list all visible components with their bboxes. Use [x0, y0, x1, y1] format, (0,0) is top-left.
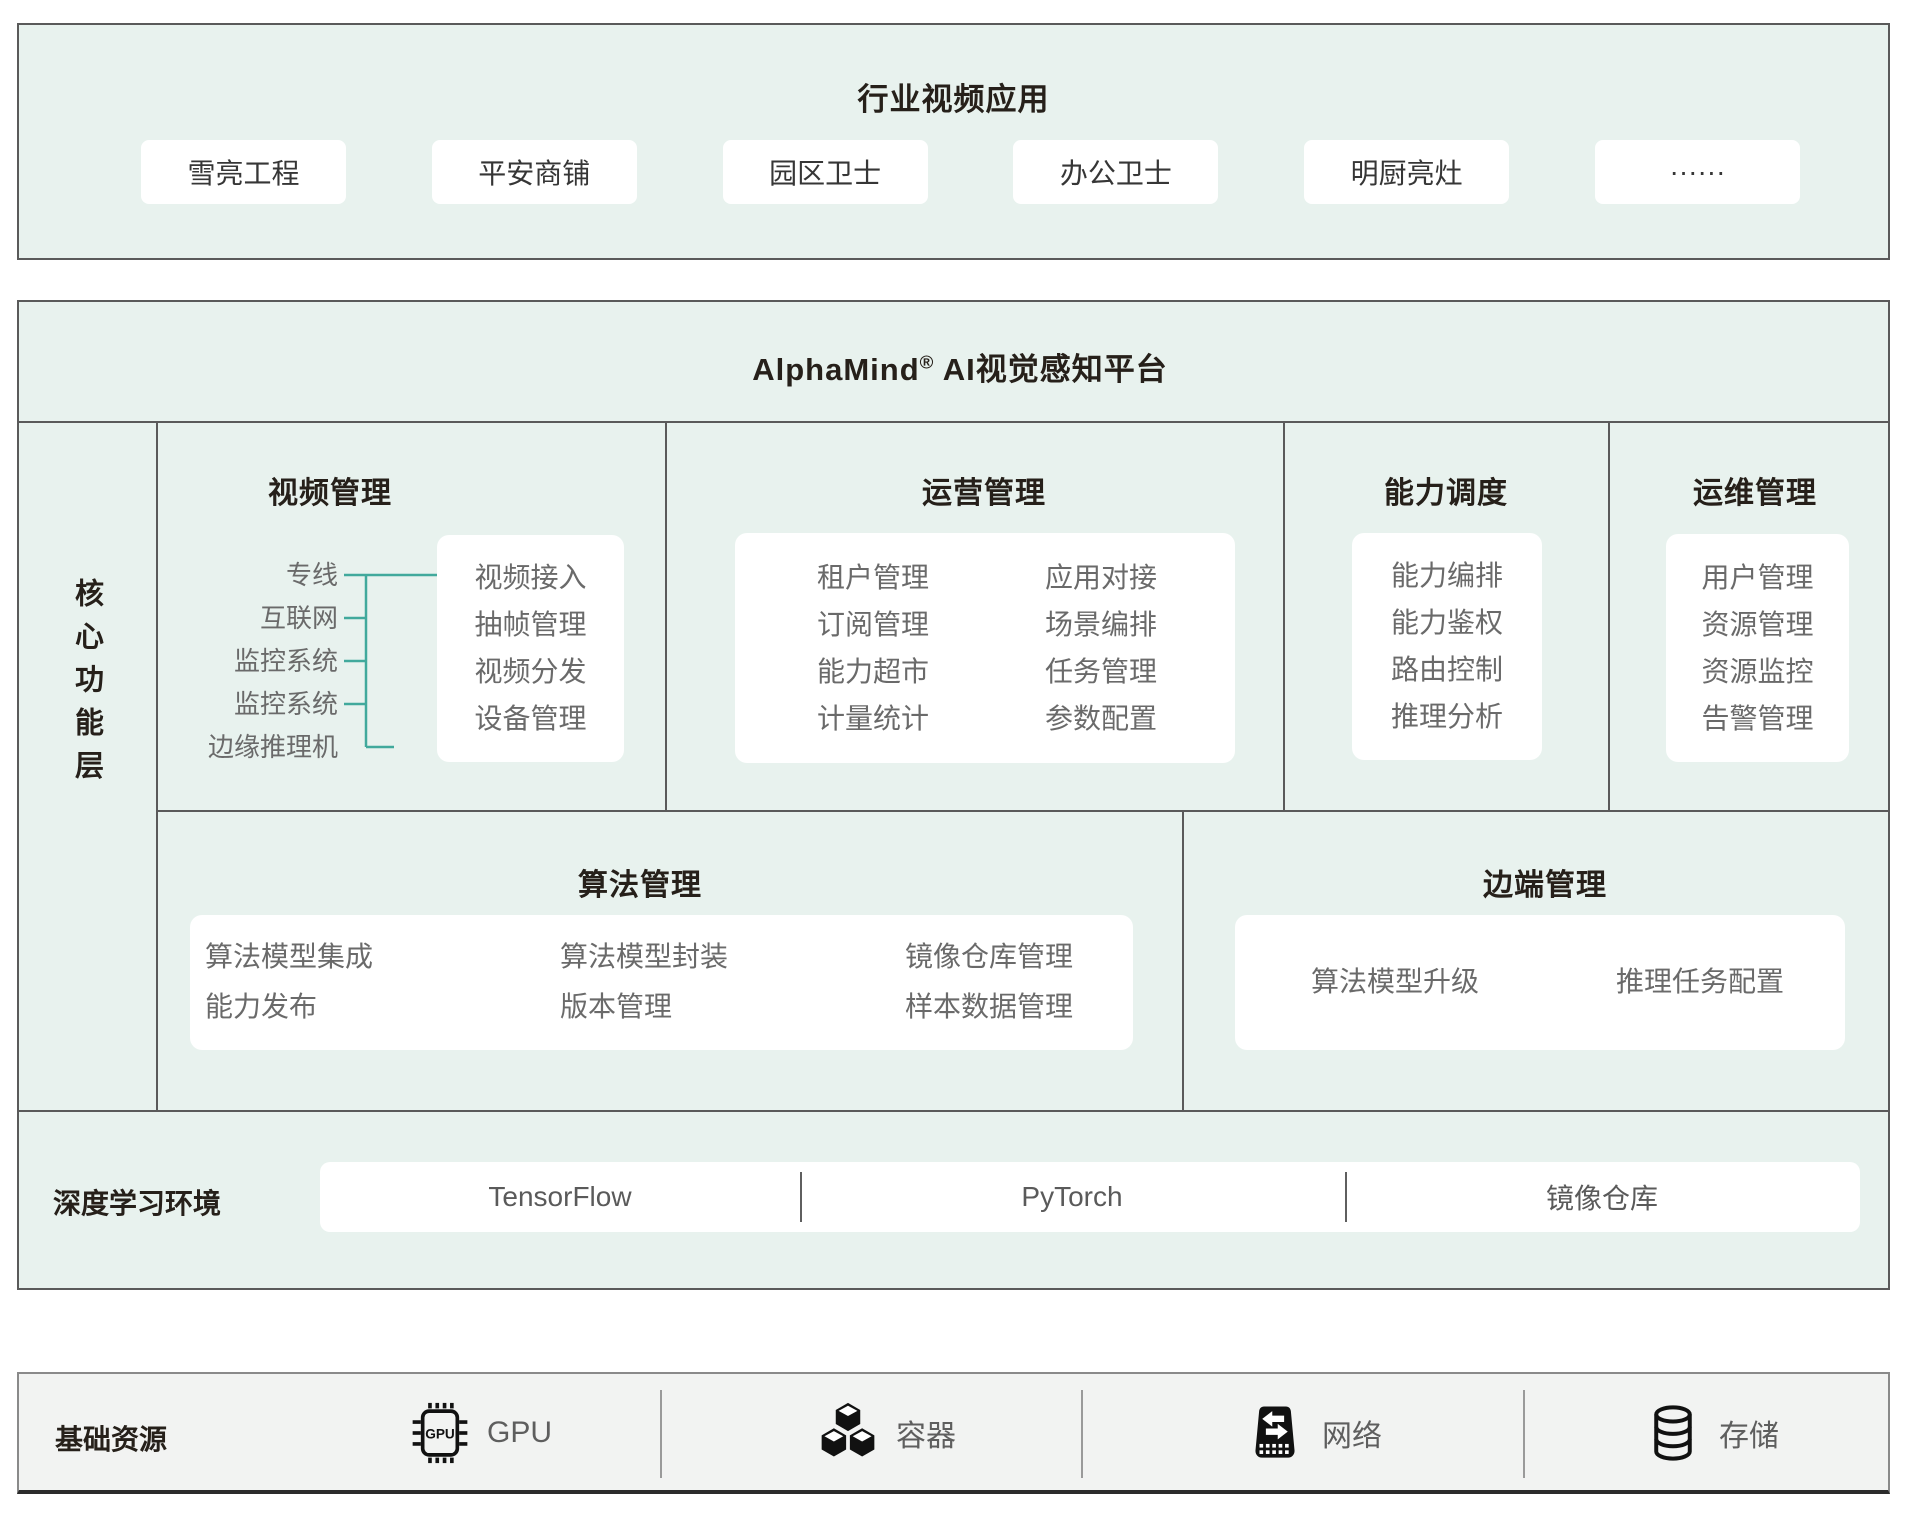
registered-mark: ® [920, 352, 935, 373]
app-chip-more: ······ [1595, 140, 1800, 204]
edge-mgmt-title: 边端管理 [1435, 860, 1655, 904]
container-icon [816, 1401, 880, 1465]
platform-brand: AlphaMind [752, 352, 919, 387]
video-source-label: 互联网 [158, 604, 338, 632]
grid-line-row-split [156, 810, 1890, 812]
maintenance-mgmt-title: 运维管理 [1645, 468, 1865, 512]
architecture-diagram: 行业视频应用 雪亮工程 平安商铺 园区卫士 办公卫士 明厨亮灶 ······ A… [0, 0, 1920, 1522]
app-chip-xueliang: 雪亮工程 [141, 140, 346, 204]
dl-env-label: 深度学习环境 [53, 1182, 221, 1222]
base-divider [660, 1390, 662, 1478]
storage-icon [1643, 1402, 1703, 1464]
dl-env-pytorch: PyTorch [922, 1162, 1222, 1232]
video-source-connector-lines [340, 560, 450, 760]
video-source-label: 边缘推理机 [158, 733, 338, 761]
algo-col-2: 算法模型封装 版本管理 [560, 932, 728, 1032]
dl-divider [1345, 1172, 1347, 1222]
algo-col-3: 镜像仓库管理 样本数据管理 [905, 932, 1073, 1032]
dl-divider [800, 1172, 802, 1222]
base-item-container: 容器 [816, 1402, 956, 1464]
core-layer-sidebar: 核心功能层 [17, 578, 156, 793]
ops-mgmt-title: 运营管理 [874, 468, 1094, 512]
video-mgmt-card: 视频接入 抽帧管理 视频分发 设备管理 [437, 535, 624, 762]
capability-sched-card: 能力编排 能力鉴权 路由控制 推理分析 [1352, 533, 1542, 760]
industry-app-chip-row: 雪亮工程 平安商铺 园区卫士 办公卫士 明厨亮灶 ······ [141, 140, 1800, 204]
base-divider [1081, 1390, 1083, 1478]
maintenance-mgmt-card: 用户管理 资源管理 资源监控 告警管理 [1666, 534, 1849, 762]
svg-text:GPU: GPU [425, 1426, 455, 1441]
grid-line-col1 [665, 422, 667, 810]
algo-mgmt-card: 算法模型集成 能力发布 算法模型封装 版本管理 镜像仓库管理 样本数据管理 [190, 915, 1133, 1050]
video-source-label: 监控系统 [158, 647, 338, 675]
base-item-gpu: GPU GPU [409, 1402, 552, 1464]
grid-line-col2 [1283, 422, 1285, 810]
grid-line-sidebar [156, 422, 158, 1110]
grid-line-col3 [1608, 422, 1610, 810]
grid-line-dl-top [17, 1110, 1890, 1112]
gpu-chip-icon: GPU [409, 1402, 471, 1464]
base-divider [1523, 1390, 1525, 1478]
video-source-label: 专线 [158, 561, 338, 589]
edge-mgmt-card: 算法模型升级 推理任务配置 [1235, 915, 1845, 1050]
core-layer-label: 核心功能层 [66, 578, 108, 793]
app-chip-bangong: 办公卫士 [1013, 140, 1218, 204]
base-item-network: 网络 [1244, 1402, 1382, 1464]
app-chip-yuanqu: 园区卫士 [723, 140, 928, 204]
dl-env-bar: TensorFlow PyTorch 镜像仓库 [320, 1162, 1860, 1232]
industry-apps-title: 行业视频应用 [19, 74, 1888, 119]
app-chip-pingan: 平安商铺 [432, 140, 637, 204]
capability-sched-title: 能力调度 [1336, 468, 1556, 512]
video-source-label: 监控系统 [158, 690, 338, 718]
platform-title: AlphaMind® AI视觉感知平台 [0, 344, 1920, 389]
dl-env-registry: 镜像仓库 [1452, 1162, 1752, 1232]
base-resources-label: 基础资源 [55, 1418, 167, 1458]
video-mgmt-title: 视频管理 [220, 468, 440, 512]
platform-title-suffix: AI视觉感知平台 [934, 352, 1167, 387]
ops-mgmt-card: 租户管理 订阅管理 能力超市 计量统计 应用对接 场景编排 任务管理 参数配置 [735, 533, 1235, 763]
dl-env-tensorflow: TensorFlow [410, 1162, 710, 1232]
grid-line-row2-split [1182, 810, 1184, 1110]
app-chip-mingchu: 明厨亮灶 [1304, 140, 1509, 204]
algo-mgmt-title: 算法管理 [530, 860, 750, 904]
network-icon [1244, 1402, 1306, 1464]
algo-col-1: 算法模型集成 能力发布 [205, 932, 373, 1032]
base-item-storage: 存储 [1643, 1402, 1779, 1464]
